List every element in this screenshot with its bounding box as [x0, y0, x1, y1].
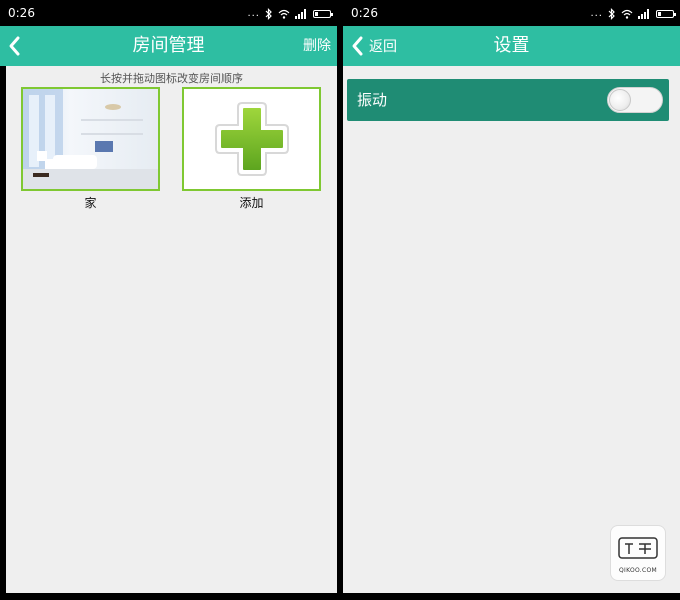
- room-management-screen: 0:26 ... 房间管理 删除 长按并拖动图标改变房间顺序 家 添加: [0, 0, 337, 600]
- vibration-label: 振动: [357, 91, 388, 109]
- battery-icon: [313, 10, 333, 18]
- room-grid-area: 长按并拖动图标改变房间顺序 家 添加: [6, 66, 337, 593]
- bluetooth-icon: [265, 8, 272, 20]
- room-photo: [23, 89, 158, 189]
- settings-screen: 0:26 ... 返回 设置 振动 QIKOO.COM: [343, 0, 680, 600]
- signal-icon: [638, 9, 649, 19]
- app-bar: 房间管理 删除: [0, 26, 337, 66]
- setting-row-vibration: 振动: [347, 79, 669, 121]
- settings-list: 振动 QIKOO.COM: [343, 66, 680, 593]
- notification-dots: ...: [247, 8, 260, 19]
- wifi-icon: [278, 9, 290, 19]
- status-bar: 0:26 ...: [0, 0, 337, 26]
- plus-icon: [215, 102, 289, 176]
- app-bar: 返回 设置: [343, 26, 680, 66]
- toggle-knob: [609, 89, 631, 111]
- add-room-label: 添加: [239, 196, 264, 210]
- status-icons: ...: [247, 7, 333, 21]
- room-label-home: 家: [84, 196, 97, 210]
- page-title: 设置: [493, 35, 530, 56]
- delete-button[interactable]: 删除: [303, 26, 331, 66]
- wifi-icon: [621, 9, 633, 19]
- room-tile-home[interactable]: [21, 87, 160, 191]
- watermark-logo: QIKOO.COM: [610, 525, 666, 581]
- watermark-text: QIKOO.COM: [619, 567, 657, 574]
- battery-icon: [656, 10, 676, 18]
- status-bar: 0:26 ...: [343, 0, 680, 26]
- logo-icon: [618, 537, 658, 559]
- bluetooth-icon: [608, 8, 615, 20]
- reorder-hint: 长按并拖动图标改变房间顺序: [100, 72, 243, 85]
- status-time: 0:26: [8, 6, 35, 20]
- status-time: 0:26: [351, 6, 378, 20]
- status-icons: ...: [590, 7, 676, 21]
- notification-dots: ...: [590, 8, 603, 19]
- add-room-tile[interactable]: [182, 87, 321, 191]
- vibration-toggle[interactable]: [607, 87, 663, 113]
- page-title: 房间管理: [132, 35, 205, 56]
- signal-icon: [295, 9, 306, 19]
